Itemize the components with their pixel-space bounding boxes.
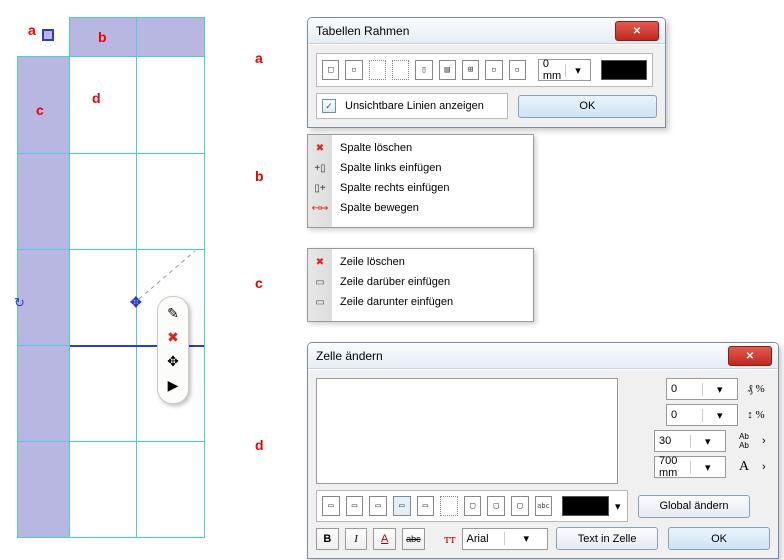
context-menu-item[interactable]: ▯+Spalte rechts einfügen [308, 178, 533, 198]
menu-item-label: Spalte löschen [332, 142, 412, 154]
strikethrough-button[interactable]: abc [402, 528, 425, 550]
close-button[interactable]: ✕ [615, 21, 659, 41]
table-header-row [69, 17, 205, 58]
context-menu-item[interactable]: ▭Zeile darunter einfügen [308, 292, 533, 312]
font-combo[interactable]: Arial▾ [462, 528, 549, 550]
diagram-label-d: d [92, 90, 101, 106]
border-width-combo[interactable]: 0 mm▾ [538, 59, 591, 81]
selection-marker [42, 29, 54, 41]
border-style-button[interactable]: ▫ [485, 60, 502, 80]
cell-style-button[interactable]: ▭ [322, 496, 340, 516]
invisible-lines-checkbox[interactable]: ✓ [322, 99, 336, 113]
context-menu-item[interactable]: ↤↦Spalte bewegen [308, 198, 533, 218]
cell-style-button[interactable]: ▢ [487, 496, 505, 516]
unit-label: ₰ % [742, 383, 770, 395]
border-style-button[interactable]: ⊞ [462, 60, 479, 80]
menu-item-label: Zeile löschen [332, 256, 405, 268]
text-in-cell-button[interactable]: Text in Zelle [556, 527, 658, 550]
diagram-label-c: c [36, 102, 44, 118]
table-first-col [17, 56, 71, 538]
menu-item-icon: ▯+ [308, 183, 332, 194]
chevron-right-icon[interactable]: › [762, 461, 770, 473]
border-style-button[interactable]: ▫ [345, 60, 362, 80]
border-style-button[interactable]: □ [322, 60, 339, 80]
cell-style-button[interactable]: ▢ [464, 496, 482, 516]
height-combo[interactable]: 0▾ [666, 378, 738, 400]
cell-style-button[interactable]: ▭ [369, 496, 387, 516]
menu-item-icon: ✖ [308, 257, 332, 268]
menu-item-icon: +▯ [308, 163, 332, 174]
cell-style-button[interactable] [440, 496, 458, 516]
color-swatch[interactable] [562, 496, 609, 516]
floating-toolbar[interactable]: ✎ ✖ ✥ ▶ [157, 296, 189, 404]
menu-item-icon: ▭ [308, 277, 332, 288]
diagram-label-b: b [98, 29, 107, 45]
menu-item-icon: ▭ [308, 297, 332, 308]
italic-button[interactable]: I [345, 528, 368, 550]
menu-item-icon: ↤↦ [308, 203, 332, 214]
menu-item-label: Zeile darüber einfügen [332, 276, 450, 288]
border-style-button[interactable]: ▤ [439, 60, 456, 80]
section-label-c: c [255, 275, 263, 291]
ok-button[interactable]: OK [518, 95, 657, 118]
pencil-icon[interactable]: ✎ [161, 302, 185, 324]
context-menu-item[interactable]: ▭Zeile darüber einfügen [308, 272, 533, 292]
column-context-menu: ✖Spalte löschen+▯Spalte links einfügen▯+… [307, 134, 534, 228]
close-button[interactable]: ✕ [728, 346, 772, 366]
menu-item-label: Zeile darunter einfügen [332, 296, 453, 308]
cell-text-input[interactable] [316, 378, 618, 484]
move-icon[interactable]: ✥ [161, 350, 185, 372]
border-style-button[interactable] [369, 60, 386, 80]
value-combo[interactable]: 30▾ [654, 430, 726, 452]
dialog-d-title: Zelle ändern [316, 349, 383, 363]
invisible-lines-label: Unsichtbare Linien anzeigen [345, 100, 484, 112]
border-color-swatch[interactable] [601, 60, 647, 80]
size-combo[interactable]: 700 mm▾ [654, 456, 726, 478]
font-icon: ᴛᴛ [444, 531, 455, 547]
context-menu-item[interactable]: ✖Spalte löschen [308, 138, 533, 158]
context-menu-item[interactable]: +▯Spalte links einfügen [308, 158, 533, 178]
rotate-handle-icon[interactable]: ↻ [14, 295, 25, 311]
bold-button[interactable]: B [316, 528, 339, 550]
global-change-button[interactable]: Global ändern [638, 495, 750, 518]
unit-label: ↕ % [742, 409, 770, 421]
chevron-right-icon[interactable]: › [762, 435, 770, 447]
section-label-d: d [255, 437, 264, 453]
cell-edit-dialog: Zelle ändern ✕ 0▾ ₰ % 0▾ ↕ % 30▾ AbAb › [307, 342, 779, 559]
cell-style-button[interactable]: ▭ [417, 496, 435, 516]
border-style-button[interactable]: ▯ [415, 60, 432, 80]
menu-item-label: Spalte rechts einfügen [332, 182, 449, 194]
chevron-down-icon[interactable]: ▾ [613, 500, 622, 513]
diagram-label-a: a [28, 22, 36, 38]
menu-item-label: Spalte links einfügen [332, 162, 442, 174]
font-size-icon: A [730, 459, 758, 475]
cell-style-button[interactable]: ▭ [393, 496, 411, 516]
dialog-a-title: Tabellen Rahmen [316, 24, 409, 38]
cell-style-button[interactable]: ▭ [346, 496, 364, 516]
context-menu-item[interactable]: ✖Zeile löschen [308, 252, 533, 272]
section-label-b: b [255, 168, 264, 184]
abc-button[interactable]: abc [535, 496, 553, 516]
row-context-menu: ✖Zeile löschen▭Zeile darüber einfügen▭Ze… [307, 248, 534, 322]
width-combo[interactable]: 0▾ [666, 404, 738, 426]
section-label-a: a [255, 50, 263, 66]
border-style-button[interactable] [392, 60, 409, 80]
delete-icon[interactable]: ✖ [161, 326, 185, 348]
menu-item-icon: ✖ [308, 143, 332, 154]
arrow-right-icon[interactable]: ▶ [161, 374, 185, 396]
font-color-button[interactable]: A [373, 528, 396, 550]
menu-item-label: Spalte bewegen [332, 202, 419, 214]
table-frame-dialog: Tabellen Rahmen ✕ □ ▫ ▯ ▤ ⊞ ▫ ▫ 0 mm▾ ✓ … [307, 17, 666, 128]
border-style-button[interactable]: ▫ [509, 60, 526, 80]
ok-button[interactable]: OK [668, 527, 770, 550]
ab-icon: AbAb [730, 432, 758, 450]
cell-style-button[interactable]: ▢ [511, 496, 529, 516]
